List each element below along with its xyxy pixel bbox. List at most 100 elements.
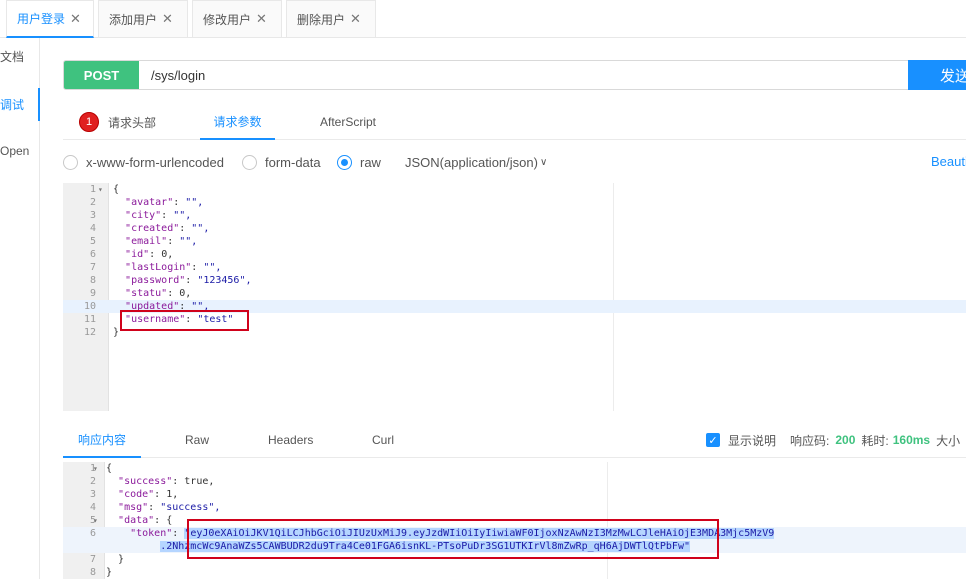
sidebar-item-debug[interactable]: 调试 (0, 88, 40, 121)
json-key: "statu" (125, 288, 168, 299)
json-key: "msg" (118, 502, 149, 513)
tab-edit-user[interactable]: 修改用户 ✕ (192, 0, 282, 37)
tab-request-params[interactable]: 请求参数 (200, 104, 275, 140)
line-number: 6 (89, 528, 96, 539)
tab-response-headers[interactable]: Headers (268, 422, 313, 458)
sidebar-item-open[interactable]: Open (0, 144, 38, 160)
close-icon[interactable]: ✕ (256, 11, 267, 27)
line-number: 11 (83, 314, 96, 325)
checkbox-checked-icon[interactable]: ✓ (706, 433, 720, 447)
code-line: 6 "id": 0, (63, 248, 966, 261)
size-label: 大小 (936, 433, 961, 448)
code-text: } (106, 566, 112, 579)
sidebar-item-label: 调试 (0, 98, 25, 112)
code-text: "code": 1, (118, 489, 179, 500)
json-key: "data" (118, 515, 155, 526)
line-number: 3 (89, 489, 96, 500)
json-value: "", (173, 210, 192, 221)
radio-raw[interactable]: raw (337, 150, 381, 174)
code-text: "data": { (118, 515, 173, 526)
code-line: 2 "success": true, (63, 475, 966, 488)
code-text: "success": true, (118, 476, 215, 487)
tab-response-curl[interactable]: Curl (372, 422, 394, 458)
code-text: "statu": 0, (125, 288, 192, 299)
line-number: 10 (83, 301, 96, 312)
send-button[interactable]: 发送 (908, 60, 966, 90)
json-value: { (166, 515, 173, 526)
radio-urlencoded[interactable]: x-www-form-urlencoded (63, 150, 224, 174)
tab-label: Curl (372, 433, 395, 447)
close-icon[interactable]: ✕ (350, 11, 361, 27)
radio-formdata[interactable]: form-data (242, 150, 321, 174)
content-type-select[interactable]: JSON(application/json) ∨ (405, 150, 547, 174)
code-text: "email": "", (125, 236, 198, 247)
code-text: "lastLogin": "", (125, 262, 222, 273)
json-punct: } (118, 554, 125, 565)
code-text: "avatar": "", (125, 197, 204, 208)
tab-response-content[interactable]: 响应内容 (63, 422, 141, 458)
json-punct: { (106, 463, 113, 474)
json-value: "", (185, 197, 204, 208)
code-line: 3 "code": 1, (63, 488, 966, 501)
tab-afterscript[interactable]: AfterScript (320, 104, 376, 140)
url-input[interactable] (139, 61, 908, 89)
radio-circle-icon (63, 154, 78, 170)
tab-add-user[interactable]: 添加用户 ✕ (98, 0, 188, 37)
json-key: "city" (125, 210, 162, 221)
close-icon[interactable]: ✕ (162, 11, 173, 27)
line-number: 5 (89, 515, 96, 526)
fold-icon[interactable]: ▾ (93, 514, 98, 527)
tab-label: Headers (268, 433, 314, 447)
code-text: } (106, 553, 124, 566)
request-body-editor[interactable]: 1 ▾{2 "avatar": "", 3 "city": "", 4 "create… (63, 183, 966, 411)
line-number: 4 (89, 223, 96, 234)
line-number: 7 (89, 554, 96, 565)
radio-circle-icon (242, 154, 257, 170)
tab-request-headers[interactable]: 1 请求头部 (79, 104, 156, 140)
line-number: 12 (83, 327, 96, 338)
json-value: 1, (166, 489, 179, 500)
line-number: 8 (89, 567, 96, 578)
response-body-viewer[interactable]: 1 ▾{2 "success": true, 3 "code": 1, 4 "msg"… (63, 462, 966, 579)
code-line: 8 "password": "123456", (63, 274, 966, 287)
chevron-down-icon: ∨ (539, 156, 548, 168)
radio-label: form-data (265, 154, 321, 170)
radio-label: x-www-form-urlencoded (86, 154, 224, 170)
json-punct: { (113, 184, 120, 195)
fold-icon[interactable]: ▾ (93, 462, 98, 475)
json-key: "id" (125, 249, 150, 260)
response-time: 160ms (892, 433, 931, 447)
method-select[interactable]: POST (64, 61, 139, 89)
json-value: "123456", (197, 275, 252, 286)
sidebar-item-docs[interactable]: 文档 (0, 48, 38, 64)
response-tabs: 响应内容 Raw Headers Curl ✓ 显示说明 响应码: 200 耗时… (63, 422, 966, 458)
json-value: 0, (161, 249, 174, 260)
line-number: 9 (89, 288, 96, 299)
fold-icon[interactable]: ▾ (98, 183, 103, 196)
code-label: 响应码: (790, 433, 830, 448)
line-number: 1 (89, 463, 96, 474)
code-line: 8} (63, 566, 966, 579)
tab-response-raw[interactable]: Raw (185, 422, 209, 458)
tab-label: 请求头部 (108, 115, 157, 130)
close-icon[interactable]: ✕ (70, 11, 81, 27)
code-line: 1 ▾ { (63, 183, 966, 196)
count-badge: 1 (79, 112, 99, 132)
beautify-button[interactable]: Beautify (931, 150, 966, 174)
json-punct: } (106, 567, 113, 578)
code-text: "created": "", (125, 223, 210, 234)
request-url-bar: POST 发送 (63, 60, 966, 90)
tab-delete-user[interactable]: 删除用户 ✕ (286, 0, 376, 37)
status-code: 200 (835, 433, 856, 447)
line-number: 6 (89, 249, 96, 260)
line-number: 8 (89, 275, 96, 286)
line-number: 4 (89, 502, 96, 513)
json-key: "avatar" (125, 197, 174, 208)
code-line: 5 "email": "", (63, 235, 966, 248)
line-number: 1 (89, 184, 96, 195)
json-key: "code" (118, 489, 155, 500)
tab-user-login[interactable]: 用户登录 ✕ (6, 0, 94, 38)
code-text: { (113, 183, 119, 196)
response-meta: ✓ 显示说明 响应码: 200 耗时: 160ms 大小 (706, 422, 960, 458)
line-number: 3 (89, 210, 96, 221)
